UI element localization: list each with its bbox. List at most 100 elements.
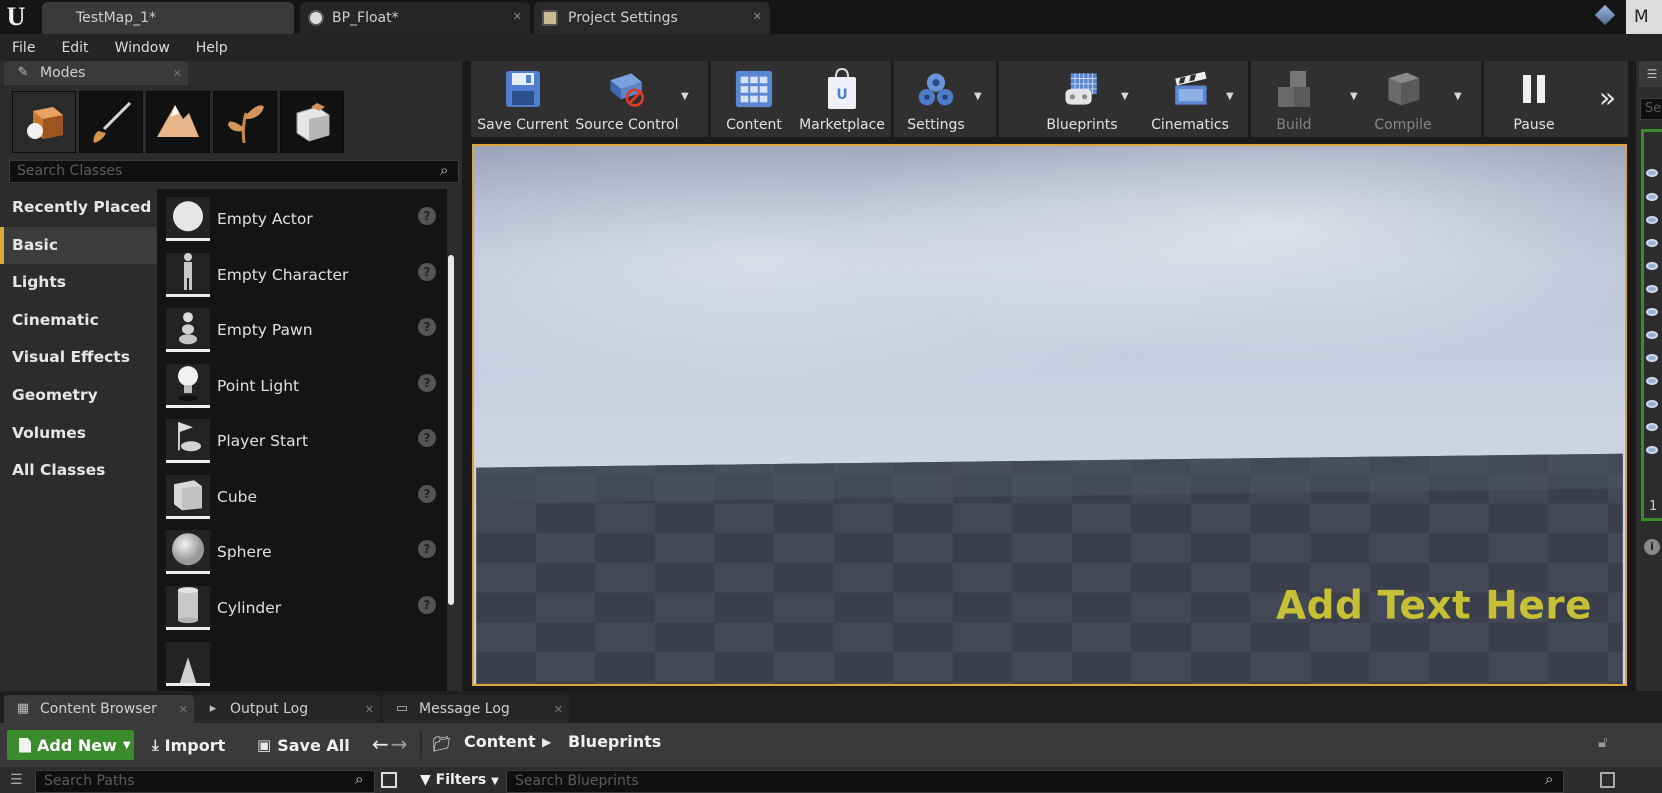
settings-button[interactable]: Settings <box>895 61 977 137</box>
category-lights[interactable]: Lights <box>0 264 157 302</box>
outliner-tab[interactable]: ☰ <box>1639 61 1662 87</box>
cinematics-dropdown-icon[interactable]: ▼ <box>1226 91 1234 102</box>
category-visual-effects[interactable]: Visual Effects <box>0 339 157 377</box>
list-item-empty-actor[interactable]: Empty Actor ? <box>166 193 436 245</box>
menu-help[interactable]: Help <box>196 40 228 56</box>
category-volumes[interactable]: Volumes <box>0 415 157 453</box>
tab-output-log[interactable]: ▸ Output Log ✕ <box>194 695 380 723</box>
viewport-text-render[interactable]: Add Text Here <box>1276 584 1592 629</box>
breadcrumb-arrow-icon[interactable]: ▶ <box>542 735 551 749</box>
list-scrollbar[interactable] <box>448 255 454 605</box>
source-control-dropdown-icon[interactable]: ▼ <box>681 91 689 102</box>
help-icon[interactable]: ? <box>418 540 436 558</box>
help-icon[interactable]: ? <box>418 318 436 336</box>
import-button[interactable]: ⤓ Import <box>152 730 225 760</box>
folder-icon[interactable]: 📁︎ <box>432 735 451 753</box>
window-label[interactable]: M <box>1626 0 1662 34</box>
settings-dropdown-icon[interactable]: ▼ <box>974 91 982 102</box>
list-item-cone[interactable] <box>166 638 436 690</box>
help-icon[interactable]: ? <box>418 263 436 281</box>
close-icon[interactable]: ✕ <box>753 10 762 23</box>
visibility-eye-icon[interactable] <box>1646 216 1658 224</box>
list-item-player-start[interactable]: Player Start ? <box>166 415 436 467</box>
add-new-button[interactable]: Add New ▼ <box>7 730 134 760</box>
list-item-cylinder[interactable]: Cylinder ? <box>166 582 436 634</box>
geometry-mode-button[interactable] <box>280 91 344 153</box>
search-icon[interactable]: ⌕ <box>355 770 363 788</box>
category-cinematic[interactable]: Cinematic <box>0 302 157 340</box>
list-item-cube[interactable]: Cube ? <box>166 471 436 523</box>
compile-dropdown-icon[interactable]: ▼ <box>1454 91 1462 102</box>
help-icon[interactable]: ? <box>418 429 436 447</box>
blueprints-dropdown-icon[interactable]: ▼ <box>1121 91 1129 102</box>
category-all-classes[interactable]: All Classes <box>0 452 157 490</box>
build-dropdown-icon[interactable]: ▼ <box>1350 91 1358 102</box>
close-icon[interactable]: ✕ <box>179 703 188 716</box>
filters-button[interactable]: ▼ Filters ▼ <box>420 772 499 788</box>
search-icon[interactable]: ⌕ <box>440 161 448 179</box>
visibility-eye-icon[interactable] <box>1646 446 1658 454</box>
content-button[interactable]: Content <box>713 61 795 137</box>
tab-content-browser[interactable]: ▦ Content Browser ✕ <box>4 695 194 723</box>
visibility-eye-icon[interactable] <box>1646 285 1658 293</box>
visibility-eye-icon[interactable] <box>1646 354 1658 362</box>
back-arrow-icon[interactable]: ← <box>372 732 391 756</box>
close-icon[interactable]: ✕ <box>554 703 563 716</box>
menu-edit[interactable]: Edit <box>61 40 88 56</box>
save-current-button[interactable]: Save Current <box>477 61 569 137</box>
list-item-sphere[interactable]: Sphere ? <box>166 526 436 578</box>
tab-project-settings[interactable]: Project Settings ✕ <box>534 2 770 34</box>
cinematics-button[interactable]: Cinematics <box>1147 61 1233 137</box>
landscape-mode-button[interactable] <box>146 91 210 153</box>
pause-button[interactable]: Pause <box>1501 61 1567 137</box>
help-icon[interactable]: ? <box>418 596 436 614</box>
visibility-eye-icon[interactable] <box>1646 377 1658 385</box>
tab-message-log[interactable]: ▭ Message Log ✕ <box>383 695 569 723</box>
foliage-mode-button[interactable] <box>213 91 277 153</box>
category-geometry[interactable]: Geometry <box>0 377 157 415</box>
save-all-button[interactable]: ▣ Save All <box>257 730 350 760</box>
list-item-point-light[interactable]: Point Light ? <box>166 360 436 412</box>
help-icon[interactable]: ? <box>418 485 436 503</box>
build-button[interactable]: Build <box>1256 61 1332 137</box>
close-icon[interactable]: ✕ <box>513 10 522 23</box>
source-control-button[interactable]: Source Control <box>575 61 679 137</box>
compile-button[interactable]: Compile <box>1360 61 1446 137</box>
modes-tab[interactable]: ✎ Modes ✕ <box>4 61 188 85</box>
close-icon[interactable]: ✕ <box>365 703 374 716</box>
visibility-eye-icon[interactable] <box>1646 239 1658 247</box>
search-paths-input[interactable]: Search Paths <box>35 770 375 793</box>
paint-mode-button[interactable] <box>79 91 143 153</box>
help-icon[interactable]: ? <box>418 374 436 392</box>
visibility-eye-icon[interactable] <box>1646 169 1658 177</box>
view-options-icon[interactable] <box>381 772 397 788</box>
info-icon[interactable]: i <box>1644 539 1660 555</box>
outliner-search-input[interactable]: Se <box>1640 98 1662 120</box>
search-icon[interactable]: ⌕ <box>1545 770 1553 788</box>
help-icon[interactable]: ? <box>418 207 436 225</box>
visibility-eye-icon[interactable] <box>1646 423 1658 431</box>
visibility-eye-icon[interactable] <box>1646 400 1658 408</box>
more-options-chevron-icon[interactable]: » <box>1599 81 1616 114</box>
search-classes-input[interactable]: Search Classes <box>9 160 459 183</box>
place-mode-button[interactable] <box>12 91 76 153</box>
category-basic[interactable]: Basic <box>0 226 157 265</box>
breadcrumb-content[interactable]: Content <box>464 732 536 751</box>
close-icon[interactable]: ✕ <box>173 67 182 80</box>
menu-file[interactable]: File <box>12 40 35 56</box>
blueprints-button[interactable]: Blueprints <box>1037 61 1127 137</box>
lock-icon[interactable]: 🔓︎ <box>1598 733 1608 751</box>
forward-arrow-icon[interactable]: → <box>391 732 410 756</box>
search-blueprints-input[interactable]: Search Blueprints <box>506 770 1564 793</box>
visibility-eye-icon[interactable] <box>1646 308 1658 316</box>
visibility-eye-icon[interactable] <box>1646 262 1658 270</box>
level-viewport[interactable]: Add Text Here <box>472 144 1627 686</box>
category-recently-placed[interactable]: Recently Placed <box>0 189 157 227</box>
paths-toggle-icon[interactable]: ☰ <box>10 772 30 788</box>
visibility-eye-icon[interactable] <box>1646 331 1658 339</box>
menu-window[interactable]: Window <box>115 40 170 56</box>
tab-bp-float[interactable]: BP_Float* ✕ <box>300 2 530 34</box>
tab-testmap[interactable]: TestMap_1* <box>42 2 294 34</box>
breadcrumb-blueprints[interactable]: Blueprints <box>568 732 661 751</box>
save-search-icon[interactable] <box>1600 772 1615 788</box>
